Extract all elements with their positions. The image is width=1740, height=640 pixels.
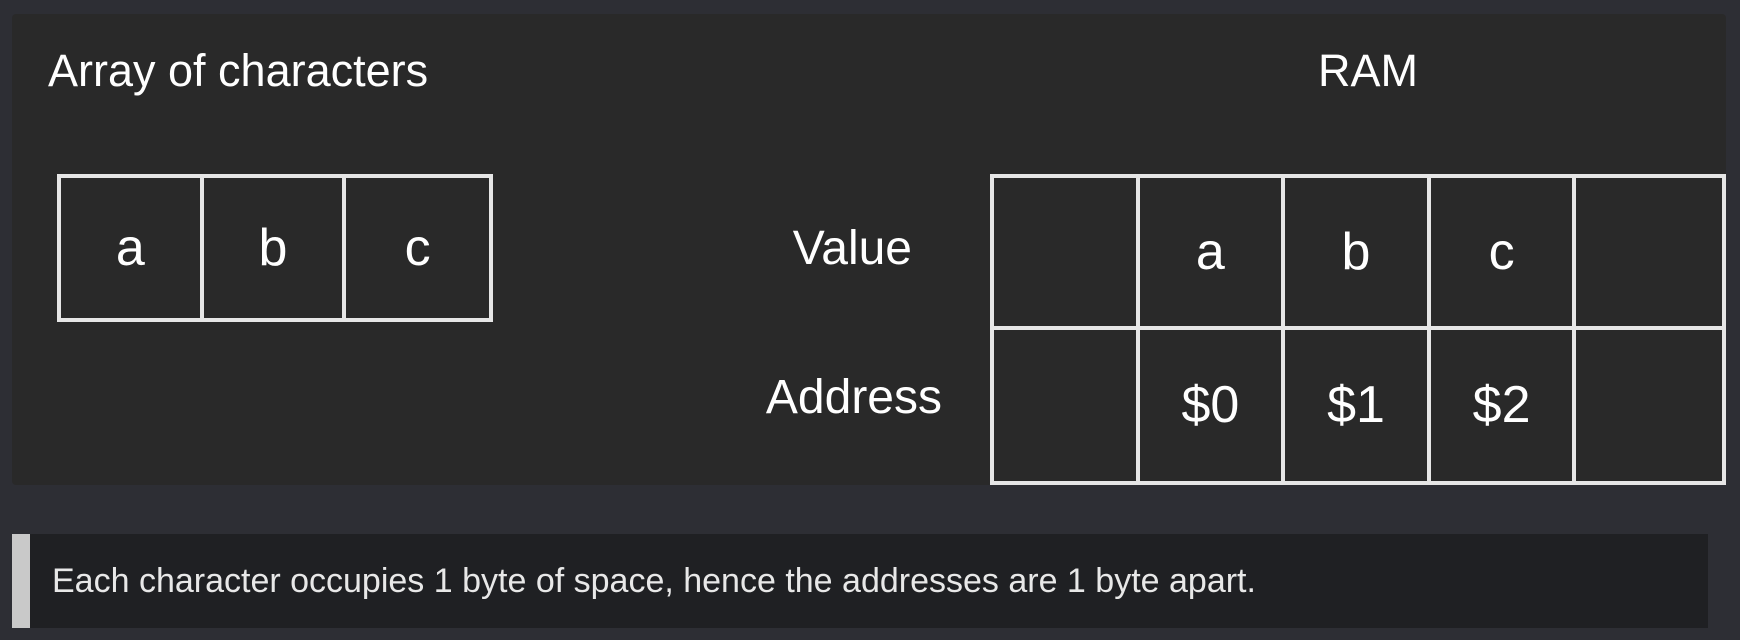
ram-grid: a b c $0 $1 $2 bbox=[990, 174, 1726, 485]
ram-address-cell: $0 bbox=[1140, 329, 1286, 481]
ram-value-cell: b bbox=[1285, 178, 1431, 330]
diagram-panel: Array of characters RAM a b c Value Addr… bbox=[12, 14, 1726, 485]
note-text: Each character occupies 1 byte of space,… bbox=[52, 561, 1256, 600]
ram-value-cell: c bbox=[1430, 178, 1577, 330]
ram-address-cell bbox=[994, 329, 1140, 481]
ram-value-cell bbox=[994, 178, 1140, 330]
ram-address-cell bbox=[1576, 330, 1722, 482]
ram-address-cell: $1 bbox=[1285, 329, 1431, 481]
array-cell: b bbox=[204, 178, 347, 318]
array-title: Array of characters bbox=[48, 45, 429, 96]
note-callout: Each character occupies 1 byte of space,… bbox=[12, 534, 1708, 628]
array-cell: c bbox=[404, 219, 431, 277]
array-cell: a bbox=[61, 178, 204, 318]
ram-title: RAM bbox=[1318, 45, 1418, 96]
ram-address-cell: $2 bbox=[1431, 329, 1577, 481]
ram-value-cell: a bbox=[1139, 178, 1286, 330]
character-array: a b c bbox=[57, 174, 493, 322]
ram-value-cell bbox=[1576, 178, 1722, 330]
address-row-label: Address bbox=[765, 371, 942, 424]
value-row-label: Value bbox=[792, 222, 912, 275]
